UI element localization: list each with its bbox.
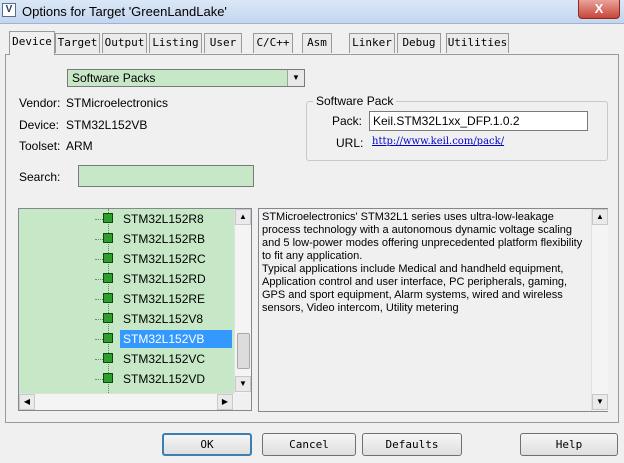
chevron-down-icon[interactable]: ▼ <box>287 70 304 86</box>
device-name: STM32L152V8 <box>123 312 204 326</box>
tab-debug[interactable]: Debug <box>397 33 441 53</box>
tree-branch <box>95 339 103 340</box>
chip-icon <box>103 253 113 263</box>
list-item-selected[interactable]: STM32L152VB <box>19 329 234 349</box>
device-name: STM32L152RC <box>123 252 206 266</box>
help-button[interactable]: Help <box>520 433 618 456</box>
device-label: Device: <box>19 118 60 132</box>
scroll-right-icon[interactable]: ▶ <box>217 394 233 410</box>
toolset-value: ARM <box>66 139 93 153</box>
tab-target[interactable]: Target <box>55 33 100 53</box>
pack-label: Pack: <box>332 114 363 128</box>
tab-utilities[interactable]: Utilities <box>446 33 509 53</box>
device-name: STM32L152VB <box>120 330 232 348</box>
list-item[interactable]: STM32L152RE <box>19 289 234 309</box>
device-name: STM32L152VC <box>123 352 206 366</box>
tab-user[interactable]: User <box>204 33 242 53</box>
scroll-up-icon[interactable]: ▲ <box>235 209 251 225</box>
tree-branch <box>95 219 103 220</box>
device-description-box[interactable]: STMicroelectronics' STM32L1 series uses … <box>258 208 608 412</box>
vendor-value: STMicroelectronics <box>66 96 169 110</box>
scroll-left-icon[interactable]: ◀ <box>19 394 35 410</box>
scroll-down-icon[interactable]: ▼ <box>235 376 251 392</box>
device-name: STM32L152R8 <box>123 212 204 226</box>
device-name: STM32L152RE <box>123 292 206 306</box>
tree-branch <box>95 279 103 280</box>
pack-field: Keil.STM32L1xx_DFP.1.0.2 <box>369 111 588 131</box>
software-pack-group <box>306 101 608 161</box>
chip-icon <box>103 293 113 303</box>
chip-icon <box>103 373 113 383</box>
list-item[interactable]: STM32L152V8 <box>19 309 234 329</box>
list-item[interactable]: STM32L152VD <box>19 369 234 389</box>
device-name: STM32L152RD <box>123 272 206 286</box>
scroll-down-icon[interactable]: ▼ <box>592 394 608 410</box>
tab-linker[interactable]: Linker <box>349 33 395 53</box>
chip-icon <box>103 353 113 363</box>
search-input[interactable] <box>78 165 254 187</box>
vertical-scrollbar[interactable]: ▲ ▼ <box>591 209 608 411</box>
list-item[interactable]: STM32L152RD <box>19 269 234 289</box>
tree-branch <box>95 239 103 240</box>
tree-branch <box>95 379 103 380</box>
cancel-button[interactable]: Cancel <box>262 433 356 456</box>
close-button[interactable]: X <box>578 0 620 19</box>
device-name: STM32L152RB <box>123 232 206 246</box>
device-value: STM32L152VB <box>66 118 148 132</box>
device-tree-list[interactable]: STM32L152R8 STM32L152RB STM32L152RC STM3… <box>18 208 252 411</box>
chip-icon <box>103 333 113 343</box>
tab-asm[interactable]: Asm <box>302 33 332 53</box>
list-item[interactable]: STM32L152RB <box>19 229 234 249</box>
device-name: STM32L152VD <box>123 372 206 386</box>
chip-icon <box>103 313 113 323</box>
list-item[interactable]: STM32L152R8 <box>19 209 234 229</box>
tab-output[interactable]: Output <box>102 33 147 53</box>
tab-device[interactable]: Device <box>9 31 55 55</box>
tree-branch <box>95 299 103 300</box>
search-label: Search: <box>19 170 61 184</box>
scroll-thumb[interactable] <box>237 333 250 369</box>
toolset-label: Toolset: <box>19 139 61 153</box>
tree-branch <box>95 259 103 260</box>
scroll-corner <box>234 393 251 410</box>
tree-branch <box>95 319 103 320</box>
horizontal-scrollbar[interactable]: ◀ ▶ <box>19 393 234 410</box>
pack-source-select[interactable]: Software Packs <box>67 69 305 87</box>
defaults-button[interactable]: Defaults <box>362 433 462 456</box>
software-pack-legend: Software Pack <box>313 94 397 108</box>
device-description-text: STMicroelectronics' STM32L1 series uses … <box>262 211 583 314</box>
vertical-scrollbar[interactable]: ▲ ▼ <box>234 209 251 393</box>
ok-button[interactable]: OK <box>162 433 252 456</box>
scroll-up-icon[interactable]: ▲ <box>592 209 608 225</box>
tab-c-cpp[interactable]: C/C++ <box>253 33 293 53</box>
vendor-label: Vendor: <box>19 96 61 110</box>
tab-listing[interactable]: Listing <box>149 33 202 53</box>
list-item[interactable]: STM32L152VC <box>19 349 234 369</box>
pack-url-link[interactable]: http://www.keil.com/pack/ <box>372 136 504 147</box>
app-icon: V <box>2 3 16 17</box>
window-title: Options for Target 'GreenLandLake' <box>22 4 227 19</box>
list-item[interactable]: STM32L152RC <box>19 249 234 269</box>
url-label: URL: <box>336 136 364 150</box>
chip-icon <box>103 273 113 283</box>
tree-branch <box>95 359 103 360</box>
chip-icon <box>103 233 113 243</box>
chip-icon <box>103 213 113 223</box>
